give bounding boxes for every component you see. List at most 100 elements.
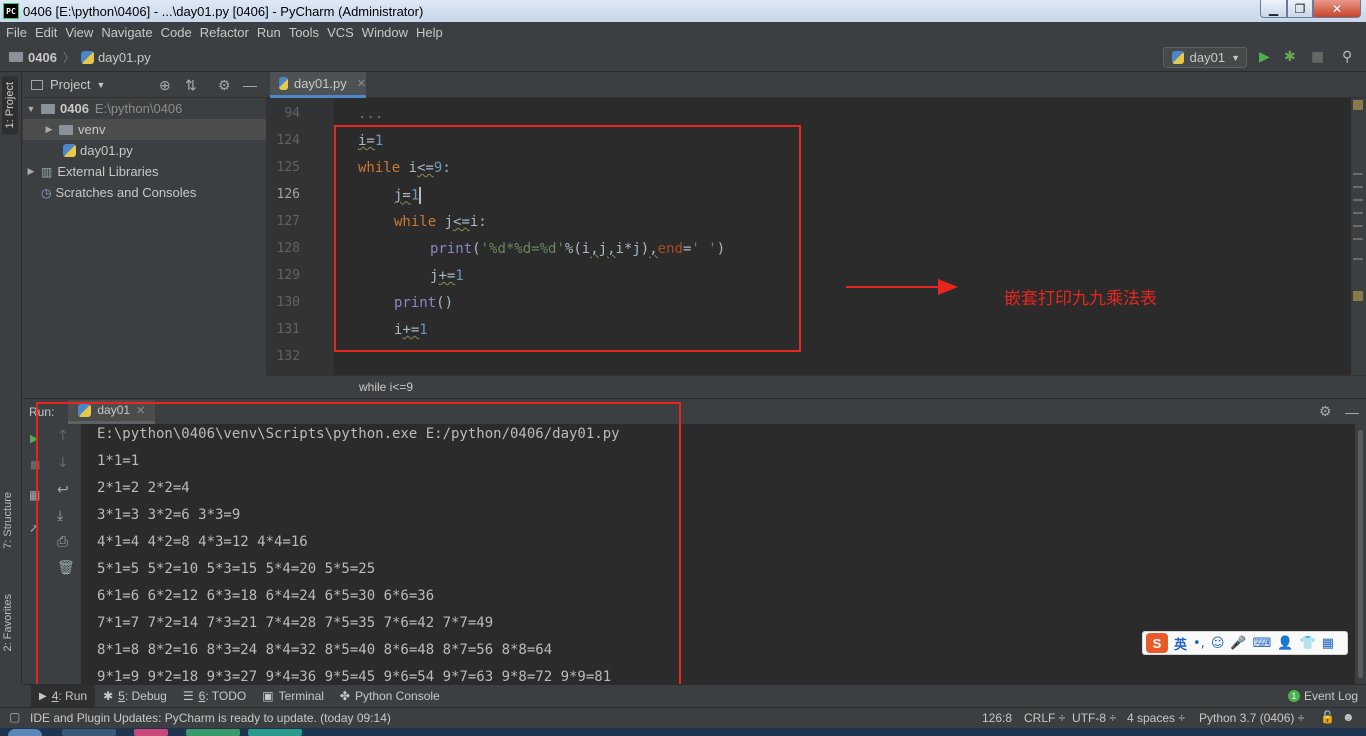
grid-menu-icon[interactable]: ▦ bbox=[1322, 636, 1334, 651]
python-icon bbox=[1172, 51, 1184, 64]
project-panel-header: Project ▼ ⊕ ⇅ ⚙ — bbox=[23, 72, 266, 98]
editor-scrollbar[interactable] bbox=[1351, 98, 1366, 375]
start-button[interactable] bbox=[8, 729, 42, 736]
breadcrumb-file[interactable]: day01.py bbox=[98, 50, 151, 65]
scratches-icon: ◷ bbox=[41, 185, 52, 200]
maximize-button[interactable]: ❐ bbox=[1287, 0, 1313, 18]
file-encoding[interactable]: UTF-8 ÷ bbox=[1072, 711, 1116, 725]
console-highlight-box bbox=[36, 402, 681, 719]
folder-icon bbox=[9, 52, 23, 62]
tab-debug-label: 5: Debug bbox=[118, 689, 167, 703]
menu-edit[interactable]: Edit bbox=[31, 25, 61, 40]
tab-todo[interactable]: ☰ 6: TODO bbox=[175, 685, 254, 707]
python-interpreter[interactable]: Python 3.7 (0406) ÷ bbox=[1199, 711, 1304, 725]
inspector-icon[interactable]: ☻ bbox=[1342, 710, 1355, 724]
todo-list-icon: ☰ bbox=[182, 689, 194, 703]
menu-window[interactable]: Window bbox=[358, 25, 412, 40]
taskbar-app[interactable] bbox=[186, 729, 240, 736]
run-config-select[interactable]: day01 ▼ bbox=[1163, 47, 1247, 68]
tree-item-file[interactable]: day01.py bbox=[23, 140, 266, 161]
hide-panel-icon[interactable]: — bbox=[243, 77, 257, 93]
run-icon[interactable]: ▶ bbox=[1259, 49, 1270, 65]
emoji-icon[interactable]: ☺ bbox=[1211, 636, 1225, 651]
scroll-marker bbox=[1353, 225, 1363, 227]
library-icon: ▥ bbox=[41, 164, 53, 179]
tree-item-scratches[interactable]: ◷ Scratches and Consoles bbox=[23, 182, 266, 203]
tab-terminal[interactable]: ▣ Terminal bbox=[254, 685, 332, 707]
window-title: 0406 [E:\python\0406] - ...\day01.py [04… bbox=[23, 3, 424, 19]
tab-favorites[interactable]: 2: Favorites bbox=[2, 594, 14, 651]
code-breadcrumb[interactable]: while i<=9 bbox=[266, 375, 1366, 398]
caret-position[interactable]: 126:8 bbox=[982, 711, 1012, 725]
menu-tools[interactable]: Tools bbox=[285, 25, 323, 40]
locate-icon[interactable]: ⊕ bbox=[159, 77, 171, 94]
editor-tab-bar: day01.py ✕ bbox=[266, 72, 1366, 98]
taskbar-app[interactable] bbox=[62, 729, 116, 736]
breadcrumb-project[interactable]: 0406 bbox=[28, 50, 57, 65]
scroll-marker bbox=[1353, 100, 1363, 110]
user-icon[interactable]: 👤 bbox=[1277, 636, 1293, 651]
menu-code[interactable]: Code bbox=[157, 25, 196, 40]
indent-setting[interactable]: 4 spaces ÷ bbox=[1127, 711, 1185, 725]
root-path: E:\python\0406 bbox=[94, 101, 183, 116]
menu-file[interactable]: File bbox=[2, 25, 31, 40]
breadcrumb-scope[interactable]: while i<=9 bbox=[359, 380, 413, 394]
tree-item-venv[interactable]: ▶ venv bbox=[23, 119, 266, 140]
collapsed-arrow-icon: ▶ bbox=[27, 166, 35, 176]
menu-navigate[interactable]: Navigate bbox=[97, 25, 156, 40]
line-number: 129 bbox=[276, 268, 300, 283]
run-config-label: day01 bbox=[1189, 50, 1226, 65]
tab-terminal-label: Terminal bbox=[278, 689, 324, 703]
menu-view[interactable]: View bbox=[61, 25, 97, 40]
event-log-label: Event Log bbox=[1304, 689, 1359, 703]
collapse-all-icon[interactable]: ⇅ bbox=[185, 77, 197, 94]
ime-toolbar[interactable]: S 英 •, ☺ 🎤 ⌨ 👤 👕 ▦ bbox=[1142, 631, 1348, 655]
tab-day01[interactable]: day01.py ✕ bbox=[270, 72, 366, 98]
keyboard-icon[interactable]: ⌨ bbox=[1253, 636, 1272, 651]
taskbar-app[interactable] bbox=[134, 729, 168, 736]
tab-structure[interactable]: 7: Structure bbox=[2, 492, 14, 549]
scroll-marker bbox=[1353, 173, 1363, 175]
console-scroll-thumb[interactable] bbox=[1358, 430, 1363, 678]
close-tab-icon[interactable]: ✕ bbox=[357, 77, 366, 90]
menu-refactor[interactable]: Refactor bbox=[196, 25, 253, 40]
menu-vcs[interactable]: VCS bbox=[323, 25, 358, 40]
console-scrollbar[interactable] bbox=[1355, 424, 1366, 684]
status-message[interactable]: IDE and Plugin Updates: PyCharm is ready… bbox=[30, 711, 391, 725]
gear-icon[interactable]: ⚙ bbox=[1319, 403, 1332, 420]
tree-root[interactable]: ▼ 0406 E:\python\0406 bbox=[23, 98, 266, 119]
project-view-select[interactable]: Project bbox=[50, 77, 90, 92]
tab-run[interactable]: ▶ 4: Run bbox=[31, 685, 96, 707]
external-libraries-label: External Libraries bbox=[57, 164, 159, 179]
debug-bug-icon: ✱ bbox=[103, 689, 114, 703]
scroll-marker bbox=[1353, 291, 1363, 301]
line-separator[interactable]: CRLF ÷ bbox=[1024, 711, 1065, 725]
run-icon: ▶ bbox=[39, 690, 47, 702]
chevron-down-icon: ▼ bbox=[1231, 52, 1240, 63]
code-highlight-box bbox=[334, 125, 801, 352]
skin-icon[interactable]: 👕 bbox=[1300, 636, 1316, 651]
project-view-icon bbox=[31, 79, 43, 90]
close-button[interactable]: ✕ bbox=[1313, 0, 1361, 18]
event-log-button[interactable]: 1 Event Log bbox=[1288, 689, 1358, 703]
punctuation-icon[interactable]: •, bbox=[1193, 636, 1205, 651]
code-fold-placeholder[interactable]: ... bbox=[358, 106, 383, 122]
lock-icon[interactable]: 🔓 bbox=[1320, 710, 1335, 724]
tab-debug[interactable]: ✱ 5: Debug bbox=[95, 685, 175, 707]
ime-mode[interactable]: 英 bbox=[1174, 634, 1187, 653]
minimize-button[interactable]: ▁ bbox=[1260, 0, 1287, 18]
stop-icon[interactable]: ■ bbox=[1311, 49, 1324, 65]
menu-help[interactable]: Help bbox=[412, 25, 447, 40]
debug-bug-icon[interactable]: ✱ bbox=[1284, 49, 1296, 65]
search-icon[interactable]: ⚲ bbox=[1342, 49, 1352, 65]
tab-python-console[interactable]: ✤ Python Console bbox=[332, 685, 448, 707]
gear-icon[interactable]: ⚙ bbox=[218, 77, 231, 94]
taskbar-app[interactable] bbox=[248, 729, 302, 736]
tree-item-external-libraries[interactable]: ▶ ▥ External Libraries bbox=[23, 161, 266, 182]
microphone-icon[interactable]: 🎤 bbox=[1230, 636, 1246, 651]
tab-project[interactable]: 1: Project bbox=[2, 76, 18, 135]
hide-panel-icon[interactable]: — bbox=[1345, 404, 1359, 420]
status-panel-icon[interactable]: ▢ bbox=[9, 710, 20, 724]
menu-run[interactable]: Run bbox=[253, 25, 285, 40]
scroll-marker bbox=[1353, 186, 1363, 188]
